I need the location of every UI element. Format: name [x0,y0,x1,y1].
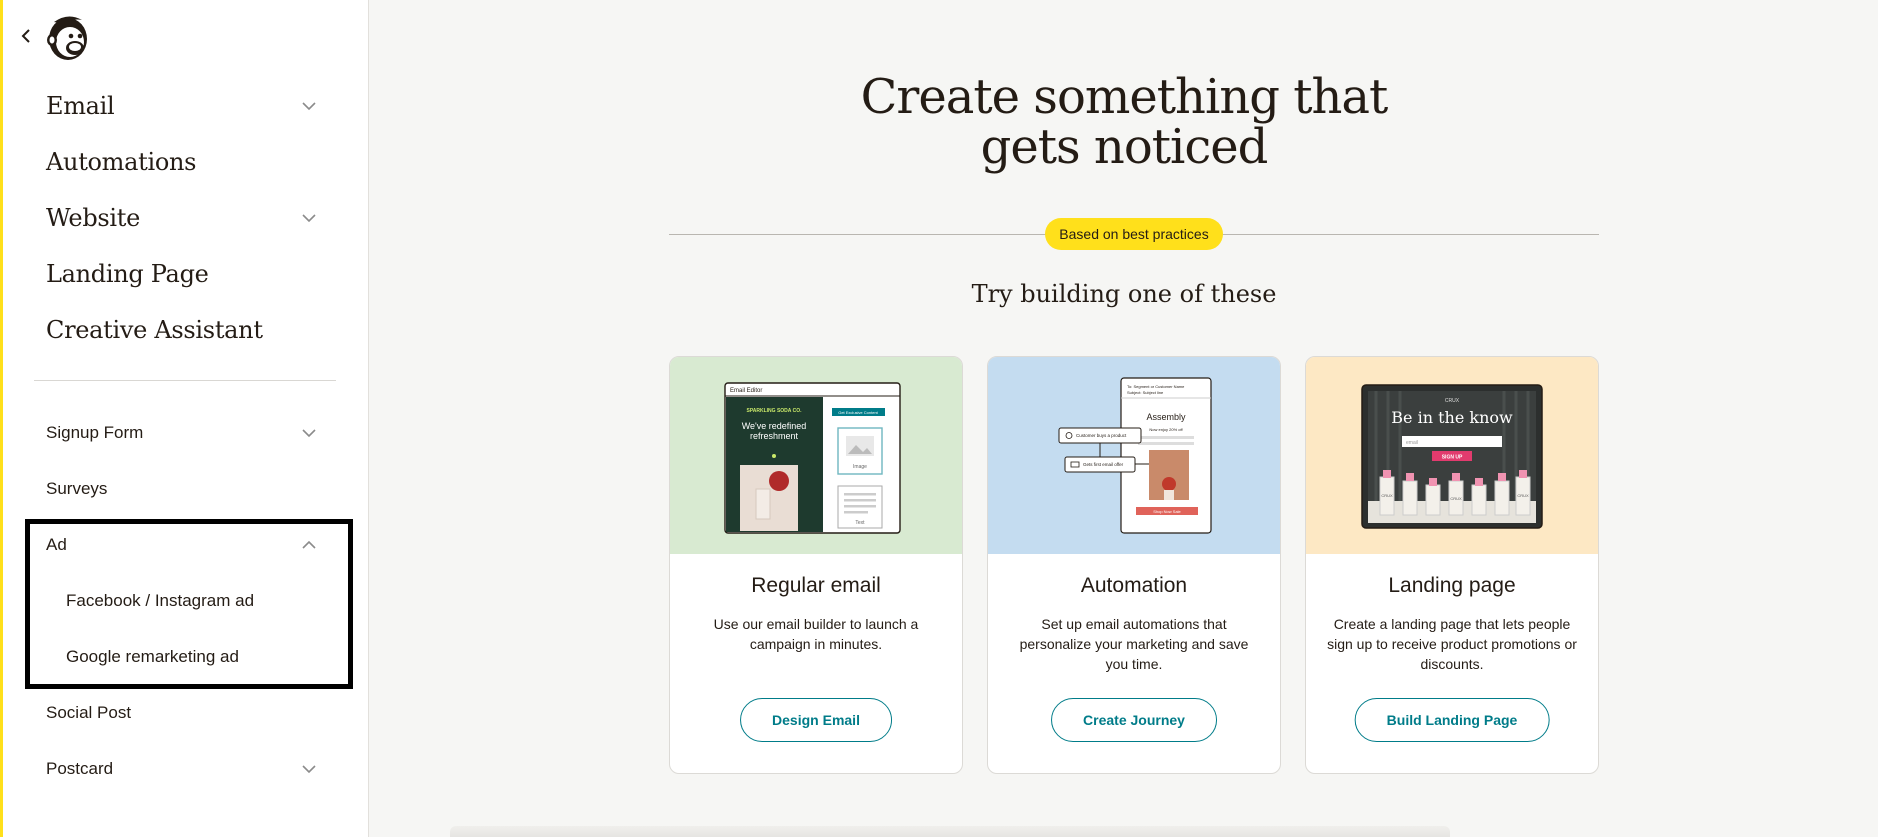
nav-automations[interactable]: Automations [46,134,326,190]
title-line-2: gets noticed [980,119,1269,175]
nav-signup-form[interactable]: Signup Form [46,405,326,461]
chevron-down-icon[interactable] [300,97,318,115]
back-button[interactable] [17,24,35,48]
bottle-label-text: CRUX [1517,493,1529,498]
landing-headline-text: Be in the know [1391,408,1513,427]
trigger-2-text: Gets first email offer [1083,462,1124,467]
nav-social-post[interactable]: Social Post [46,685,326,741]
content-section-edge [450,826,1450,837]
nav-label: Automations [46,148,197,176]
landing-page-illustration: CRUX Be in the know email SIGN UP CRUX C… [1361,384,1543,529]
nav-creative-assistant[interactable]: Creative Assistant [46,302,326,358]
nav-label: Creative Assistant [46,316,263,344]
card-description: Set up email automations that personaliz… [1019,616,1249,672]
email-headline-line-1: We've redefined [742,421,807,431]
nav-website[interactable]: Website [46,190,326,246]
subject-line-text: Subject: Subject line [1127,390,1164,395]
sidebar-divider [34,380,336,381]
card-title: Automation [1080,574,1188,597]
design-email-button[interactable]: Design Email [740,698,892,742]
nav-google-remarketing-ad[interactable]: Google remarketing ad [46,629,326,685]
card-landing-page[interactable]: CRUX Be in the know email SIGN UP CRUX C… [1305,356,1599,774]
nav-label: Website [46,204,141,232]
editor-header-text: Email Editor [730,388,762,394]
nav-label: Email [46,92,115,120]
main-content: Create something that gets noticed Based… [370,0,1878,837]
primary-nav: Email Automations Website Landing Page C… [46,78,326,358]
bottle-label-text: CRUX [1450,496,1462,501]
build-landing-page-button[interactable]: Build Landing Page [1354,698,1550,742]
soda-brand-text: SPARKLING SODA CO. [746,408,802,414]
chevron-up-icon[interactable] [300,536,318,554]
card-automation[interactable]: To: Segment or Customer Name Subject: Su… [987,356,1281,774]
title-line-1: Create something that [860,69,1389,125]
sidebar: Email Automations Website Landing Page C… [0,0,369,837]
card-regular-email[interactable]: Email Editor SPARKLING SODA CO. We've re… [669,356,963,774]
chevron-left-icon [21,29,30,43]
card-title: Regular email [751,574,881,597]
nav-surveys[interactable]: Surveys [46,461,326,517]
nav-label: Facebook / Instagram ad [66,591,255,610]
to-line-text: To: Segment or Customer Name [1127,384,1185,389]
offer-text: Now enjoy 20% off [1149,427,1183,432]
crux-brand-text: CRUX [1445,398,1460,404]
shop-now-text: Shop Now Sale [1153,509,1181,514]
secondary-nav: Signup Form Surveys Ad Facebook / Instag… [46,405,326,797]
card-title: Landing page [1388,574,1516,597]
email-block-button-text: Get Exclusive Content [838,410,878,415]
nav-label: Signup Form [46,423,144,442]
email-headline-line-2: refreshment [750,431,799,441]
automation-preview: To: Segment or Customer Name Subject: Su… [988,357,1280,554]
chevron-down-icon[interactable] [300,424,318,442]
section-subtitle: Try building one of these [971,280,1277,308]
nav-label: Google remarketing ad [66,647,239,666]
nav-email[interactable]: Email [46,78,326,134]
card-description: Use our email builder to launch a campai… [713,616,919,652]
regular-email-preview: Email Editor SPARKLING SODA CO. We've re… [670,357,962,554]
nav-label: Ad [46,535,67,554]
nav-ad[interactable]: Ad [46,517,326,573]
nav-label: Landing Page [46,260,209,288]
chevron-down-icon[interactable] [300,209,318,227]
freddie-logo-icon[interactable] [44,12,92,62]
email-input-placeholder: email [1406,440,1418,446]
page-title: Create something that gets noticed [370,72,1878,172]
automation-illustration: To: Segment or Customer Name Subject: Su… [1058,377,1212,534]
template-cards: Email Editor SPARKLING SODA CO. We've re… [669,356,1599,774]
trigger-1-text: Customer buys a product [1076,433,1127,438]
card-description: Create a landing page that lets people s… [1327,616,1577,672]
landing-page-preview: CRUX Be in the know email SIGN UP CRUX C… [1306,357,1598,554]
nav-label: Social Post [46,703,132,722]
nav-label: Surveys [46,479,108,498]
email-editor-illustration: Email Editor SPARKLING SODA CO. We've re… [724,382,901,534]
nav-facebook-instagram-ad[interactable]: Facebook / Instagram ad [46,573,326,629]
assembly-brand-text: Assembly [1146,412,1186,422]
image-block-label: Image [853,464,867,470]
nav-postcard[interactable]: Postcard [46,741,326,797]
chevron-down-icon[interactable] [300,760,318,778]
nav-label: Postcard [46,759,114,778]
text-block-label: Text [855,520,865,526]
nav-landing-page[interactable]: Landing Page [46,246,326,302]
best-practices-badge: Based on best practices [1045,218,1223,250]
signup-cta-text: SIGN UP [1442,455,1463,461]
create-journey-button[interactable]: Create Journey [1051,698,1217,742]
bottle-label-text: CRUX [1381,493,1393,498]
